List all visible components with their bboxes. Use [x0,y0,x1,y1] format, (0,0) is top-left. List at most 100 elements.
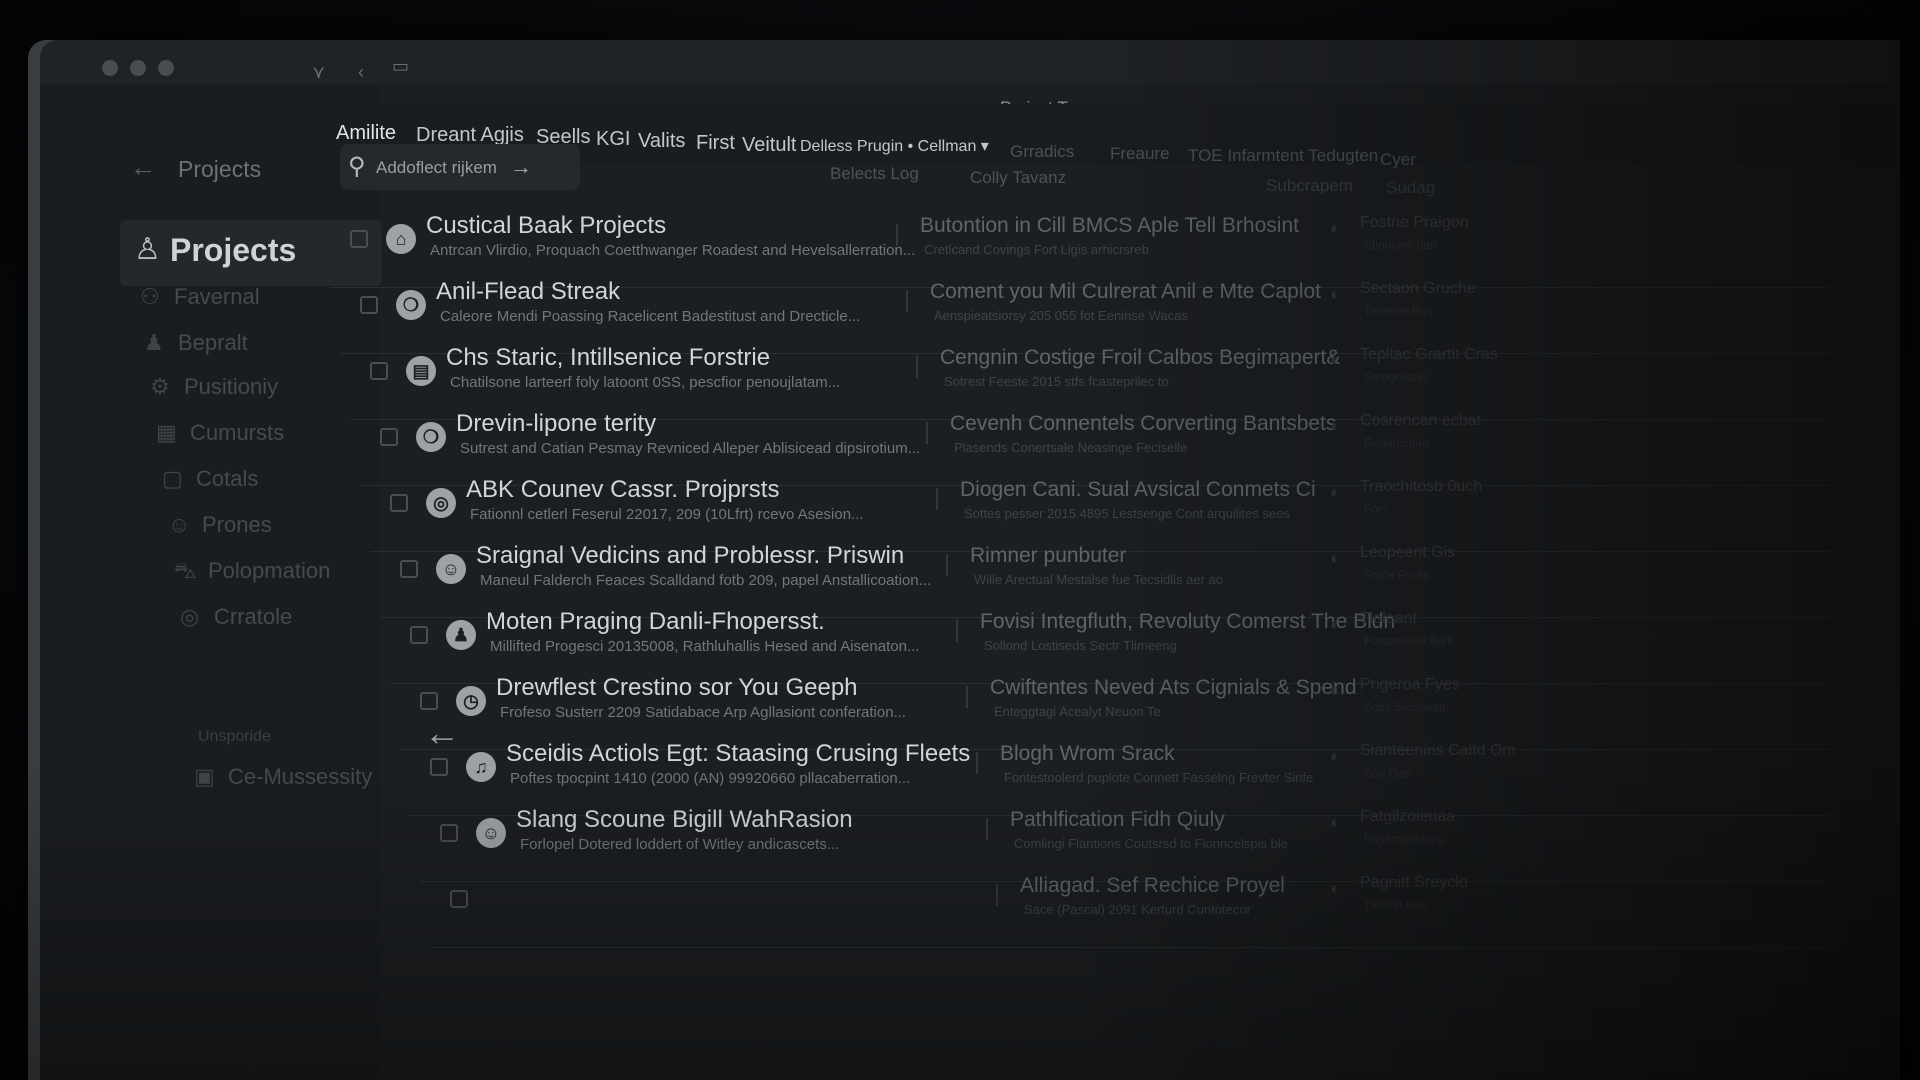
sidebar-item-ce-mussessity[interactable]: ▣ Ce-Mussessity [194,764,372,790]
row-status-icon: ◐ [1330,746,1341,766]
row-checkbox[interactable] [440,824,458,842]
row-checkbox[interactable] [400,560,418,578]
row-column-2-subtitle: Fontestoolerd puplote Connett Fasselng F… [1004,770,1314,785]
row-checkbox[interactable] [390,494,408,512]
user-group-icon: ⚇ [140,284,160,309]
chat-icon: ❍ [396,290,426,320]
subcrapem-button[interactable]: Subcrapem [1266,176,1353,196]
clock-icon: ◷ [456,686,486,716]
row-column-2[interactable]: Cevenh Connentels Corverting Bantsbets [950,412,1336,436]
row-column-2[interactable]: Butontion in Cill BMCS Aple Tell Brhosin… [920,214,1299,238]
row-checkbox[interactable] [350,230,368,248]
row-column-3-subtitle: Sottle Pouts [1364,568,1429,582]
chat-icon: ❍ [416,422,446,452]
app-window: ⋎ ‹ ▭ Project Tmoguars ‹ ← Projects ♙ Pr… [40,40,1900,1080]
row-column-2[interactable]: Rimner punbuter [970,544,1126,568]
close-window-button[interactable] [102,60,118,76]
row-column-2[interactable]: Cengnin Costige Froil Calbos Begimapert& [940,346,1340,370]
back-arrow-icon[interactable]: ‹ [358,62,364,83]
row-column-2-subtitle: Plasends Conertsale Neasinge Feciselle [954,440,1188,455]
row-column-2[interactable]: Blogh Wrom Srack [1000,742,1175,766]
row-column-3-subtitle: Sdos Srcaseatt [1364,700,1446,714]
tab-valits[interactable]: Valits [638,130,685,153]
row-column-2-subtitle: Sotrest Feeste 2015 stfs fcasteprilec to [944,374,1169,389]
sidebar-item-prones[interactable]: ☺ Prones [168,512,272,538]
tab-delless-prugin[interactable]: Delless Prugin • Cellman ▾ [800,136,989,156]
row-subtitle: Frofeso Susterr 2209 Satidabace Arp Agll… [500,704,907,721]
sidebar-item-polopmation[interactable]: ⛍ Polopmation [174,558,330,587]
row-title[interactable]: Moten Praging Danli-Fhopersst. [486,608,825,636]
row-column-2[interactable]: Cwiftentes Neved Ats Cignials & Spend [990,676,1357,700]
row-checkbox[interactable] [430,758,448,776]
minimize-window-button[interactable] [130,60,146,76]
row-checkbox[interactable] [420,692,438,710]
row-subtitle: Antrcan Vlirdio, Proquach Coetthwanger R… [430,242,916,259]
row-status-icon: ◐ [1330,680,1341,700]
sudag-button[interactable]: Sudag [1386,178,1435,198]
tab-freaure[interactable]: Freaure [1110,144,1170,164]
sidebar-item-favernal[interactable]: ⚇ Favernal [140,284,260,310]
row-column-3: Tepltac Grartit Cras [1360,346,1498,363]
row-column-3-subtitle: Fors [1364,502,1388,516]
row-column-3-subtitle: Tolveine Bun [1364,304,1433,318]
row-column-2[interactable]: Pathlfication Fidh Qiuly [1010,808,1225,832]
row-column-3: Leopeent Gis [1360,544,1456,561]
search-submit-arrow-icon[interactable]: → [510,154,532,180]
row-title[interactable]: Custical Baak Projects [426,212,666,240]
row-checkbox[interactable] [410,626,428,644]
row-column-3-subtitle: Reaarccoan [1364,436,1429,450]
row-column-2[interactable]: Diogen Cani. Sual Avsical Conmets Ci [960,478,1316,502]
tab-cyer[interactable]: Cyer [1380,150,1416,170]
row-title[interactable]: Sceidis Actiols Egt: Staasing Crusing Fl… [506,740,970,768]
tab-first[interactable]: First [696,132,735,155]
filter-button[interactable]: Colly Tavanz [970,168,1066,188]
building-icon: ⌂ [386,224,416,254]
row-title[interactable]: Chs Staric, Intillsenice Forstrie [446,344,770,372]
column-divider [966,686,968,708]
sidebar: ← Projects ♙ Projects ⚇ Favernal ♟ Bepralt… [40,84,382,1080]
sidebar-item-cotals[interactable]: ▢ Cotals [162,466,258,492]
row-title[interactable]: Sraignal Vedicins and Problessr. Priswin [476,542,904,570]
projects-icon: ♙ [134,233,161,266]
person-icon: ♟ [144,330,164,355]
row-checkbox[interactable] [380,428,398,446]
sidebar-item-bepralt[interactable]: ♟ Bepralt [144,330,248,356]
row-column-3: Cosrencan ecbat [1360,412,1481,429]
row-status-icon: ◐ [1330,416,1341,436]
row-column-3-subtitle: Sou Gae [1364,766,1412,780]
bell-icon: ♫ [466,752,496,782]
row-column-2[interactable]: Alliagad. Sef Rechice Proyel [1020,874,1285,898]
tab-veitult[interactable]: Veitult [742,134,796,157]
row-checkbox[interactable] [450,890,468,908]
row-checkbox[interactable] [360,296,378,314]
tab-toe-infarmtent[interactable]: TOE Infarmtent Tedugten [1188,146,1378,166]
row-column-2[interactable]: Coment you Mil Culrerat Anil e Mte Caplo… [930,280,1321,304]
sidebar-item-cumursts[interactable]: ▦ Cumursts [156,420,284,446]
row-column-3: Fatgilzoieuaa [1360,808,1456,825]
back-arrow-icon[interactable]: ← [130,152,156,183]
breadcrumb[interactable]: Projects [178,156,261,183]
search-input[interactable] [376,156,526,180]
maximize-window-button[interactable] [158,60,174,76]
face-icon: ☺ [436,554,466,584]
tab-amilite[interactable]: Amilite [336,122,396,145]
split-icon[interactable]: ⋎ [312,62,325,83]
row-title[interactable]: Slang Scoune Bigill WahRasion [516,806,853,834]
row-column-3: Tloleant [1360,610,1417,627]
row-status-icon: ◐ [1330,878,1341,898]
sidebar-item-crratole[interactable]: ◎ Crratole [180,604,292,630]
tab-grradics[interactable]: Grradics [1010,142,1074,162]
table-row[interactable]: Alliagad. Sef Rechice Proyel Sace (Pascal… [430,870,1830,948]
sidebar-title[interactable]: Projects [170,232,296,269]
column-divider [946,554,948,576]
tab-kgi[interactable]: KGI [596,128,630,151]
row-title[interactable]: Drewflest Crestino sor You Geeph [496,674,858,702]
row-checkbox[interactable] [370,362,388,380]
row-title[interactable]: Anil-Flead Streak [436,278,620,306]
window-layout-icon[interactable]: ▭ [392,56,409,77]
select-log-dropdown[interactable]: Belects Log [830,164,919,184]
sidebar-item-pusitioniy[interactable]: ⚙ Pusitioniy [150,374,278,400]
row-title[interactable]: ABK Counev Cassr. Projprsts [466,476,779,504]
row-title[interactable]: Drevin-lipone terity [456,410,656,438]
column-divider [926,422,928,444]
